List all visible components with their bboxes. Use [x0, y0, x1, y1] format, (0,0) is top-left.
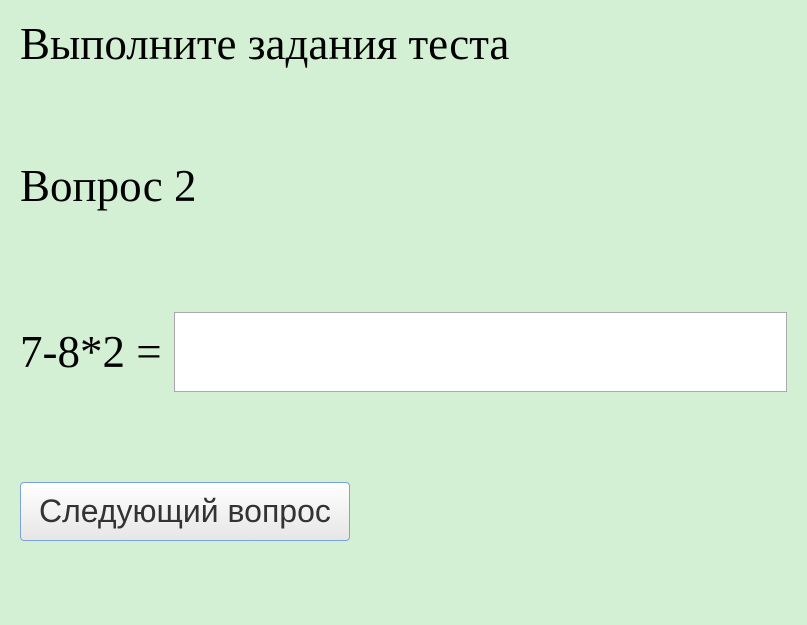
answer-input[interactable]: [174, 312, 787, 392]
question-heading: Вопрос 2: [20, 160, 787, 212]
question-row: 7-8*2 =: [20, 312, 787, 392]
next-question-button[interactable]: Следующий вопрос: [20, 482, 350, 541]
instruction-text: Выполните задания теста: [20, 18, 787, 70]
question-expression: 7-8*2 =: [20, 326, 162, 378]
